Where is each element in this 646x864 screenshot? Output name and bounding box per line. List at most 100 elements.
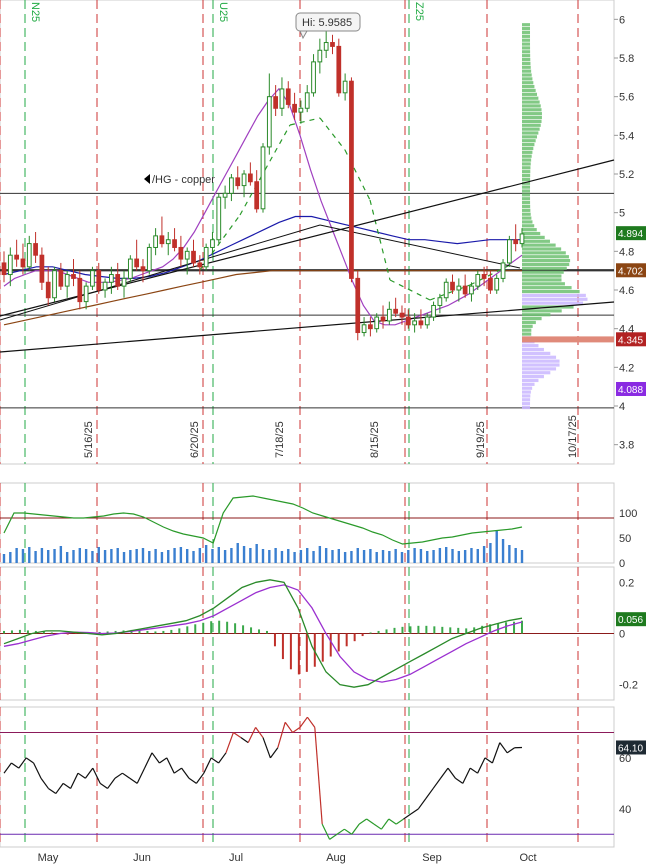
candle-body <box>52 270 57 299</box>
volume-profile-bar <box>522 394 531 398</box>
volume-bar <box>230 548 233 563</box>
volume-profile-bar <box>522 85 535 89</box>
volume-bar <box>463 550 467 563</box>
volume-bar <box>167 550 170 563</box>
volume-profile-bar <box>522 154 532 158</box>
volume-profile-bar <box>522 270 564 274</box>
date-label: 10/17/25 <box>567 415 579 458</box>
macd-histogram-bar <box>409 626 412 634</box>
macd-histogram-bar <box>297 633 300 675</box>
volume-bar <box>242 546 246 563</box>
candle-body <box>64 274 70 287</box>
volume-profile-bar <box>522 382 535 386</box>
macd-histogram-bar <box>385 629 388 634</box>
volume-profile-bar <box>522 375 544 379</box>
month-label: Jun <box>133 852 151 864</box>
volume-profile-bar <box>522 378 539 383</box>
macd-histogram-bar <box>441 626 444 634</box>
volume-profile-bar <box>522 150 533 154</box>
candle-body <box>519 233 525 245</box>
volume-bar <box>394 549 397 563</box>
volume-bar <box>53 549 56 563</box>
volume-bar <box>15 548 18 563</box>
volume-profile-bar <box>522 363 560 367</box>
volume-profile-bar <box>522 289 580 294</box>
expiry-label: U25 <box>217 2 229 22</box>
price-tick-label: 4 <box>619 401 625 413</box>
volume-profile-bar <box>522 344 539 348</box>
candle-body <box>222 192 228 198</box>
macd-histogram-bar <box>154 631 157 634</box>
candle-body <box>14 254 20 260</box>
volume-profile-bar <box>522 251 566 255</box>
volume-profile-bar <box>522 123 541 127</box>
candle-body <box>191 250 196 264</box>
candle-body <box>437 297 443 306</box>
price-tick-label: 5.6 <box>619 92 634 104</box>
volume-profile-bar <box>522 371 551 375</box>
macd-histogram-bar <box>210 621 213 634</box>
date-label: 9/19/25 <box>475 421 487 458</box>
date-label: 7/18/25 <box>274 421 286 458</box>
volume-tick-label: 50 <box>619 533 631 545</box>
candle-body <box>96 270 102 291</box>
volume-bar <box>306 548 309 563</box>
expiry-label: Z25 <box>413 2 425 21</box>
candle-body <box>172 239 177 248</box>
volume-profile-bar <box>522 359 560 363</box>
volume-profile-bar <box>522 189 531 193</box>
volume-bar <box>129 550 132 563</box>
symbol-annotation: /HG - copper <box>144 174 215 186</box>
macd-histogram-bar <box>393 627 396 634</box>
volume-profile-bar <box>522 247 562 251</box>
candle-body <box>109 274 114 283</box>
volume-profile-bar <box>522 320 536 325</box>
candle-body <box>304 92 310 109</box>
volume-bar <box>457 551 461 563</box>
candle-body <box>134 258 140 268</box>
volume-bar <box>154 549 157 563</box>
volume-profile-bar <box>522 61 531 65</box>
candle-body <box>431 304 436 318</box>
volume-tick-label: 100 <box>619 508 637 520</box>
volume-bar <box>255 544 258 563</box>
candle-body <box>374 316 380 330</box>
volume-profile-bar <box>522 259 571 263</box>
volume-bar <box>407 550 410 563</box>
volume-bar <box>362 550 366 563</box>
candle-body <box>424 316 430 326</box>
volume-profile-bar <box>522 131 539 135</box>
volume-profile-bar <box>522 235 545 239</box>
macd-histogram-bar <box>417 625 420 634</box>
candle-body <box>450 281 455 291</box>
candle-body <box>405 316 411 326</box>
futures-chart: 65.85.65.45.254.84.64.44.243.8 4.8944.70… <box>0 0 646 864</box>
macd-histogram-bar <box>497 623 500 634</box>
candle-body <box>273 96 279 109</box>
volume-bar <box>287 549 290 563</box>
candle-body <box>279 88 285 109</box>
volume-profile-bar <box>522 286 572 290</box>
volume-bar <box>110 549 113 563</box>
high-label: Hi: 5.9585 <box>302 17 352 29</box>
candle-body <box>159 235 165 245</box>
price-tick-label: 6 <box>619 14 625 26</box>
price-tick-label: 5.4 <box>619 130 634 142</box>
candle-body <box>393 308 399 314</box>
volume-bar <box>91 551 94 563</box>
volume-bar <box>59 546 63 563</box>
volume-bar <box>343 552 347 563</box>
volume-bar <box>388 551 391 563</box>
rsi-tick-label: 60 <box>619 753 631 765</box>
volume-bar <box>34 551 37 563</box>
volume-profile-bar <box>522 65 531 69</box>
candle-body <box>285 88 291 105</box>
candle-body <box>418 320 424 326</box>
volume-bar <box>223 550 227 563</box>
volume-profile-bar <box>522 100 540 104</box>
macd-histogram-bar <box>425 625 428 634</box>
macd-histogram-bar <box>194 624 197 634</box>
volume-bar <box>514 548 517 563</box>
volume-profile-bar <box>522 231 541 236</box>
volume-profile-bar <box>522 255 569 259</box>
